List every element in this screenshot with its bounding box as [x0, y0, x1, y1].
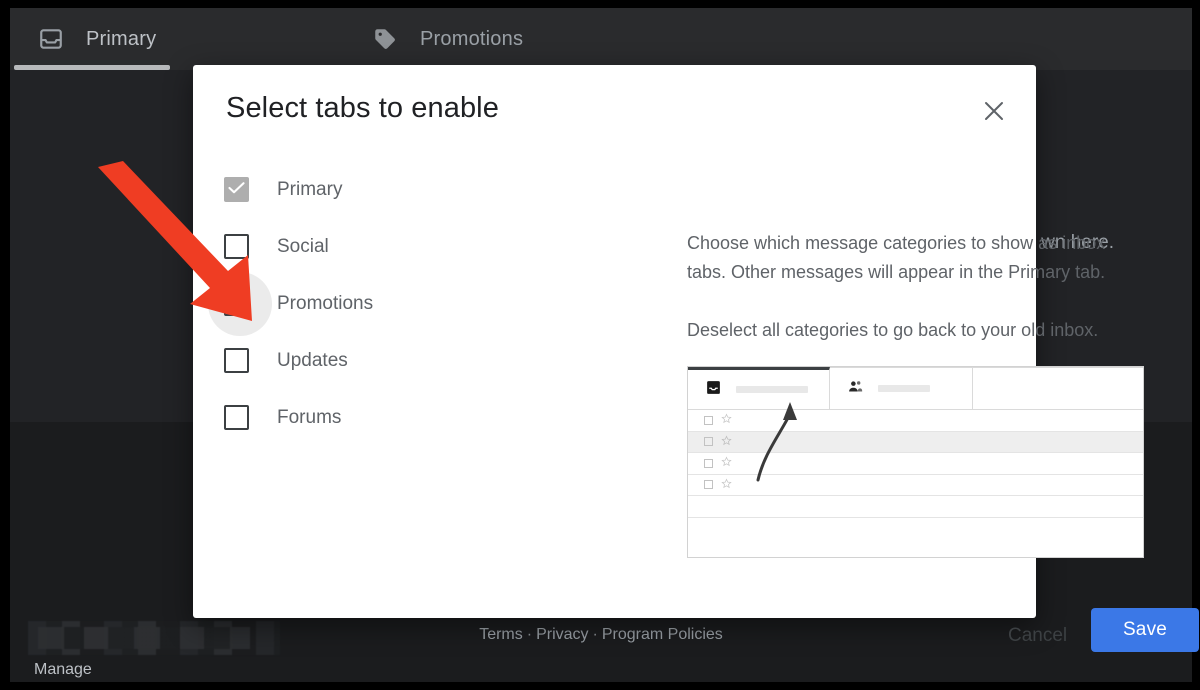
star-icon: [721, 476, 732, 494]
star-icon: [721, 433, 732, 451]
star-icon: [721, 454, 732, 472]
checkbox-row-social[interactable]: Social: [224, 218, 446, 275]
checkbox-updates[interactable]: [224, 348, 249, 373]
preview-tabrow: [688, 367, 1143, 410]
preview-tab-empty: [973, 367, 1143, 409]
preview-row: [688, 453, 1143, 475]
description-paragraph-1: Choose which message categories to show …: [687, 233, 1106, 282]
checkbox-label-updates: Updates: [277, 349, 348, 371]
footer-link-privacy[interactable]: Privacy: [536, 626, 588, 643]
tab-promotions-label: Promotions: [420, 27, 524, 50]
footer-separator-1: ·: [526, 626, 533, 643]
tab-primary[interactable]: Primary: [18, 8, 176, 70]
dialog-title: Select tabs to enable: [226, 92, 499, 124]
preview-tab-label-placeholder: [878, 385, 930, 392]
screenshot-frame: Primary Promotions wn here. Manage Terms…: [0, 0, 1200, 690]
checkbox-row-updates[interactable]: Updates: [224, 332, 446, 389]
checkbox-label-forums: Forums: [277, 406, 342, 428]
preview-tab-label-placeholder: [736, 386, 808, 393]
preview-checkbox-icon: [704, 437, 713, 447]
close-icon[interactable]: [974, 91, 1014, 131]
category-checkbox-list: Primary Social Promotions Updates Forums: [208, 161, 446, 446]
checkbox-row-promotions[interactable]: Promotions: [208, 271, 446, 336]
check-icon: [228, 182, 245, 194]
checkbox-promotions[interactable]: [224, 291, 249, 316]
tab-primary-label: Primary: [86, 27, 157, 50]
checkbox-forums[interactable]: [224, 405, 249, 430]
people-icon: [847, 378, 864, 400]
footer-link-terms[interactable]: Terms: [479, 626, 523, 643]
inbox-tabstrip: Primary Promotions: [10, 8, 1192, 70]
preview-checkbox-icon: [704, 480, 713, 490]
inbox-icon: [705, 379, 722, 401]
checkbox-row-forums[interactable]: Forums: [224, 389, 446, 446]
preview-checkbox-icon: [704, 458, 713, 468]
tag-icon: [372, 26, 398, 52]
preview-row: [688, 475, 1143, 496]
manage-link[interactable]: Manage: [34, 661, 92, 679]
preview-row-empty: [688, 496, 1143, 518]
preview-tab-social: [830, 367, 973, 409]
checkbox-label-social: Social: [277, 235, 329, 257]
preview-message-rows: [688, 402, 1143, 518]
select-tabs-dialog: Select tabs to enable Primary Social Pro…: [193, 65, 1199, 652]
checkbox-label-promotions: Promotions: [277, 292, 374, 314]
checkbox-social[interactable]: [224, 234, 249, 259]
description-paragraph-2: Deselect all categories to go back to yo…: [687, 320, 1099, 340]
star-icon: [721, 411, 732, 429]
dialog-description: Choose which message categories to show …: [687, 229, 1139, 345]
footer-separator-2: ·: [592, 626, 598, 643]
preview-checkbox-icon: [704, 415, 713, 425]
cancel-button[interactable]: Cancel: [998, 617, 1077, 655]
preview-row: [688, 431, 1143, 453]
preview-tab-primary: [688, 367, 830, 409]
preview-row: [688, 410, 1143, 432]
save-button[interactable]: Save: [1091, 608, 1199, 652]
footer-link-program-policies[interactable]: Program Policies: [602, 626, 723, 643]
tab-promotions[interactable]: Promotions: [352, 8, 543, 70]
checkbox-primary[interactable]: [224, 177, 249, 202]
checkbox-row-primary[interactable]: Primary: [224, 161, 446, 218]
inbox-preview-illustration: [687, 366, 1144, 558]
inbox-icon: [38, 26, 64, 52]
checkbox-label-primary: Primary: [277, 178, 343, 200]
